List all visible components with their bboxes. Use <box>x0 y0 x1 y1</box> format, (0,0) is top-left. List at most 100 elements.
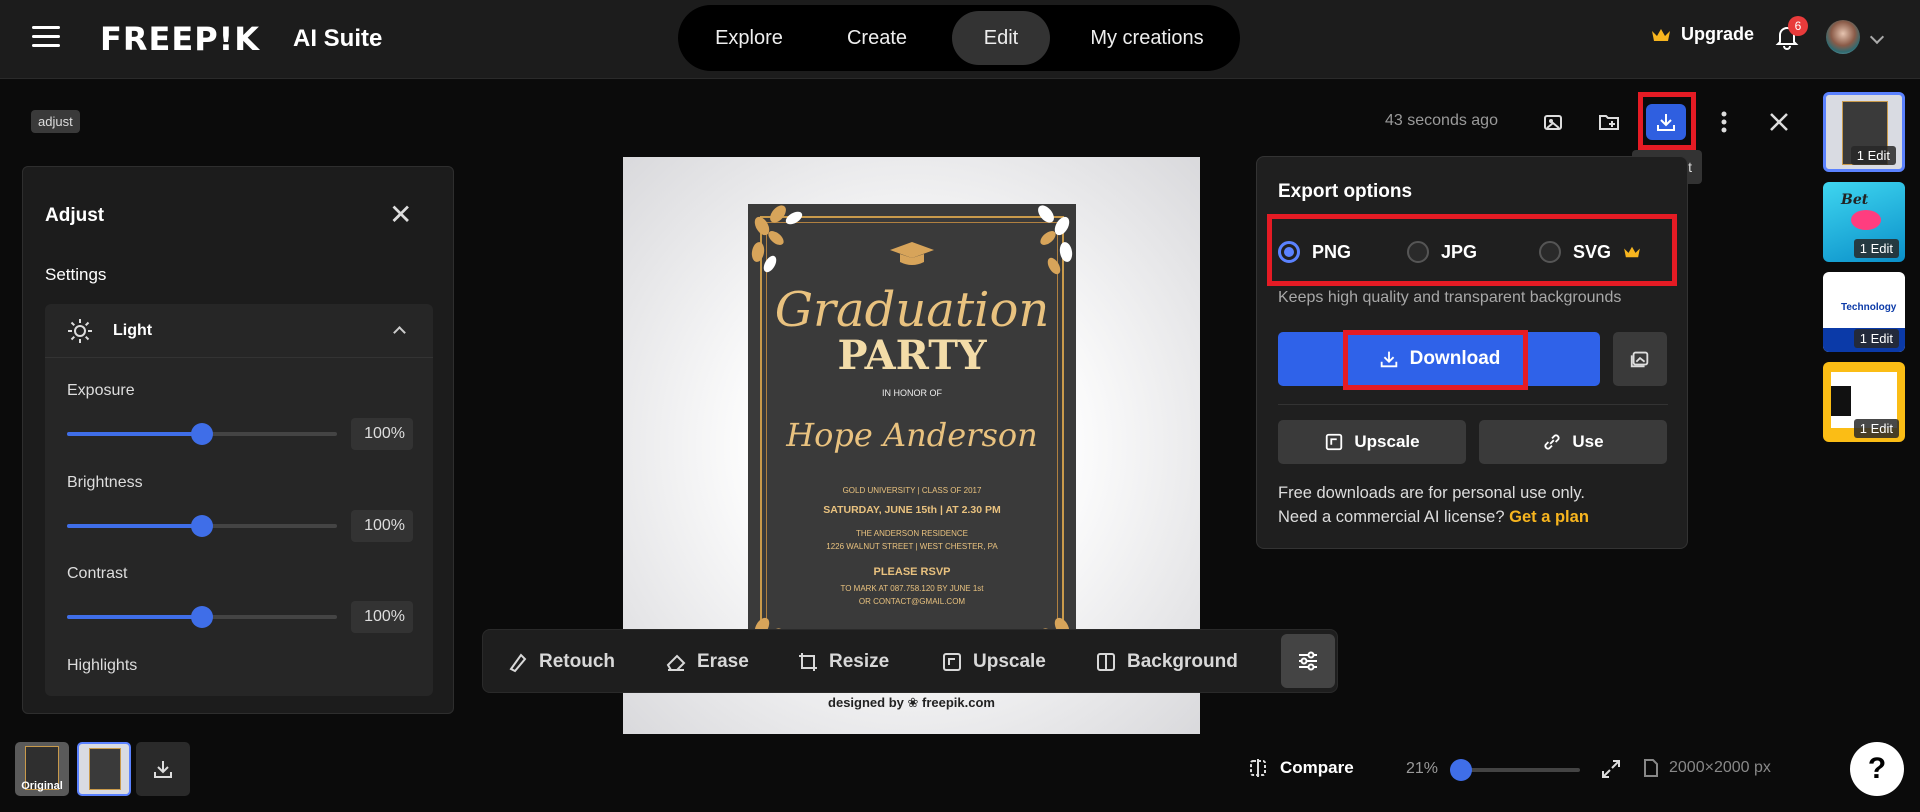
upgrade-button[interactable]: Upgrade <box>1651 24 1754 45</box>
link-icon <box>1544 434 1560 450</box>
brightness-slider: Brightness 100% <box>67 474 413 542</box>
notification-badge: 6 <box>1788 16 1808 36</box>
format-svg[interactable]: SVG <box>1539 241 1641 263</box>
resize-tool[interactable]: Resize <box>797 630 889 694</box>
card-line: OR CONTACT@GMAIL.COM <box>858 597 966 606</box>
sliders-icon <box>1299 651 1317 671</box>
slider-handle[interactable] <box>191 606 213 628</box>
slider-label: Exposure <box>67 382 135 399</box>
light-section-header[interactable]: Light <box>45 304 433 358</box>
download-toolbar-button[interactable] <box>1646 104 1686 140</box>
edit-toolbar: Retouch Erase Resize Upscale Background <box>482 629 1338 693</box>
original-thumb[interactable]: Original <box>15 742 69 796</box>
download-button[interactable]: Download <box>1278 332 1600 386</box>
crop-icon <box>799 653 817 671</box>
nav-my-creations[interactable]: My creations <box>1064 11 1230 65</box>
use-button[interactable]: Use <box>1479 420 1667 464</box>
card-line: 1226 WALNUT STREET | WEST CHESTER, PA <box>826 542 998 551</box>
card-line: THE ANDERSON RESIDENCE <box>855 529 969 538</box>
light-section: Light Exposure 100% Brightness 100% Cont… <box>45 304 433 696</box>
top-bar: FREEP!K AI Suite Explore Create Edit My … <box>0 0 1920 79</box>
more-options-icon[interactable] <box>1708 106 1740 138</box>
slider-value[interactable]: 100% <box>351 601 413 633</box>
upscale-button[interactable]: Upscale <box>1278 420 1466 464</box>
format-jpg[interactable]: JPG <box>1407 241 1477 263</box>
replace-image-icon[interactable] <box>1537 106 1569 138</box>
get-plan-link[interactable]: Get a plan <box>1509 508 1589 526</box>
radio[interactable] <box>1539 241 1561 263</box>
panel-title: Adjust <box>45 205 105 226</box>
menu-icon[interactable] <box>32 26 60 48</box>
image-icon <box>1630 351 1649 368</box>
crown-icon <box>1652 28 1670 41</box>
brush-icon <box>509 653 527 673</box>
slider-label: Brightness <box>67 474 143 491</box>
chevron-up-icon[interactable] <box>393 326 406 339</box>
file-icon <box>1644 759 1658 777</box>
close-editor-icon[interactable] <box>1763 106 1795 138</box>
radio-selected[interactable] <box>1278 241 1300 263</box>
compare-button[interactable]: Compare <box>1248 758 1354 778</box>
close-icon[interactable]: ✕ <box>389 201 412 229</box>
history-thumb[interactable]: Technology 1 Edit <box>1823 272 1905 352</box>
chevron-down-icon[interactable] <box>1869 29 1885 45</box>
avatar[interactable] <box>1826 20 1860 54</box>
current-thumb[interactable] <box>77 742 131 796</box>
slider-handle[interactable] <box>191 515 213 537</box>
zoom-slider-handle[interactable] <box>1450 759 1472 781</box>
format-description: Keeps high quality and transparent backg… <box>1278 289 1622 306</box>
slider-label: Highlights <box>67 657 138 674</box>
background-tool[interactable]: Background <box>1095 630 1238 694</box>
add-folder-icon[interactable] <box>1593 106 1625 138</box>
download-icon <box>1657 114 1675 131</box>
panel-title: Export options <box>1278 181 1413 202</box>
upscale-tool[interactable]: Upscale <box>941 630 1046 694</box>
history-thumb[interactable]: Bet 1 Edit <box>1823 182 1905 262</box>
brand-logo[interactable]: FREEP!K <box>100 20 260 58</box>
export-image-button[interactable] <box>1613 332 1667 386</box>
slider-value[interactable]: 100% <box>351 418 413 450</box>
eraser-icon <box>666 654 686 671</box>
upgrade-label: Upgrade <box>1681 24 1755 44</box>
suite-label: AI Suite <box>293 25 383 52</box>
slider-value[interactable]: 100% <box>351 510 413 542</box>
timestamp: 43 seconds ago <box>1385 112 1498 129</box>
honoree-name: Hope Anderson <box>786 416 1038 454</box>
card-line: PLEASE RSVP <box>873 566 951 578</box>
format-png[interactable]: PNG <box>1278 241 1351 263</box>
upscale-icon <box>943 653 961 671</box>
card-line: TO MARK AT 087.758.120 BY JUNE 1st <box>840 584 984 593</box>
radio[interactable] <box>1407 241 1429 263</box>
background-icon <box>1097 653 1115 671</box>
help-button[interactable]: ? <box>1850 742 1904 796</box>
zoom-level: 21% <box>1406 760 1439 777</box>
nav-edit[interactable]: Edit <box>952 11 1050 65</box>
exposure-slider: Exposure 100% <box>67 382 413 450</box>
slider-label: Contrast <box>67 565 128 582</box>
highlights-slider: Highlights <box>67 657 137 675</box>
retouch-tool[interactable]: Retouch <box>507 630 615 694</box>
settings-label: Settings <box>45 265 107 284</box>
download-version-button[interactable] <box>136 742 190 796</box>
slider-handle[interactable] <box>191 423 213 445</box>
expand-icon[interactable] <box>1600 758 1622 780</box>
nav-create[interactable]: Create <box>822 11 932 65</box>
adjust-tool[interactable] <box>1281 634 1335 688</box>
image-credit: designed by ❀ freepik.com <box>828 695 995 710</box>
main-nav: Explore Create Edit My creations <box>678 5 1240 71</box>
slider-track[interactable] <box>67 515 337 537</box>
export-options-panel: Export options PNG JPG SVG Keeps high qu… <box>1256 156 1688 549</box>
history-thumb[interactable]: 1 Edit <box>1823 92 1905 172</box>
erase-tool[interactable]: Erase <box>665 630 749 694</box>
history-thumb[interactable]: 1 Edit <box>1823 362 1905 442</box>
nav-explore[interactable]: Explore <box>690 11 808 65</box>
download-icon <box>1380 351 1397 368</box>
slider-track[interactable] <box>67 606 337 628</box>
upscale-icon <box>1326 433 1343 451</box>
card-line: SATURDAY, JUNE 15th | AT 2.30 PM <box>823 504 1001 516</box>
slider-track[interactable] <box>67 423 337 445</box>
crown-icon <box>1624 246 1640 258</box>
section-label: Light <box>113 322 153 339</box>
title-main: PARTY <box>837 332 987 379</box>
image-dimensions: 2000×2000 px <box>1643 758 1771 778</box>
